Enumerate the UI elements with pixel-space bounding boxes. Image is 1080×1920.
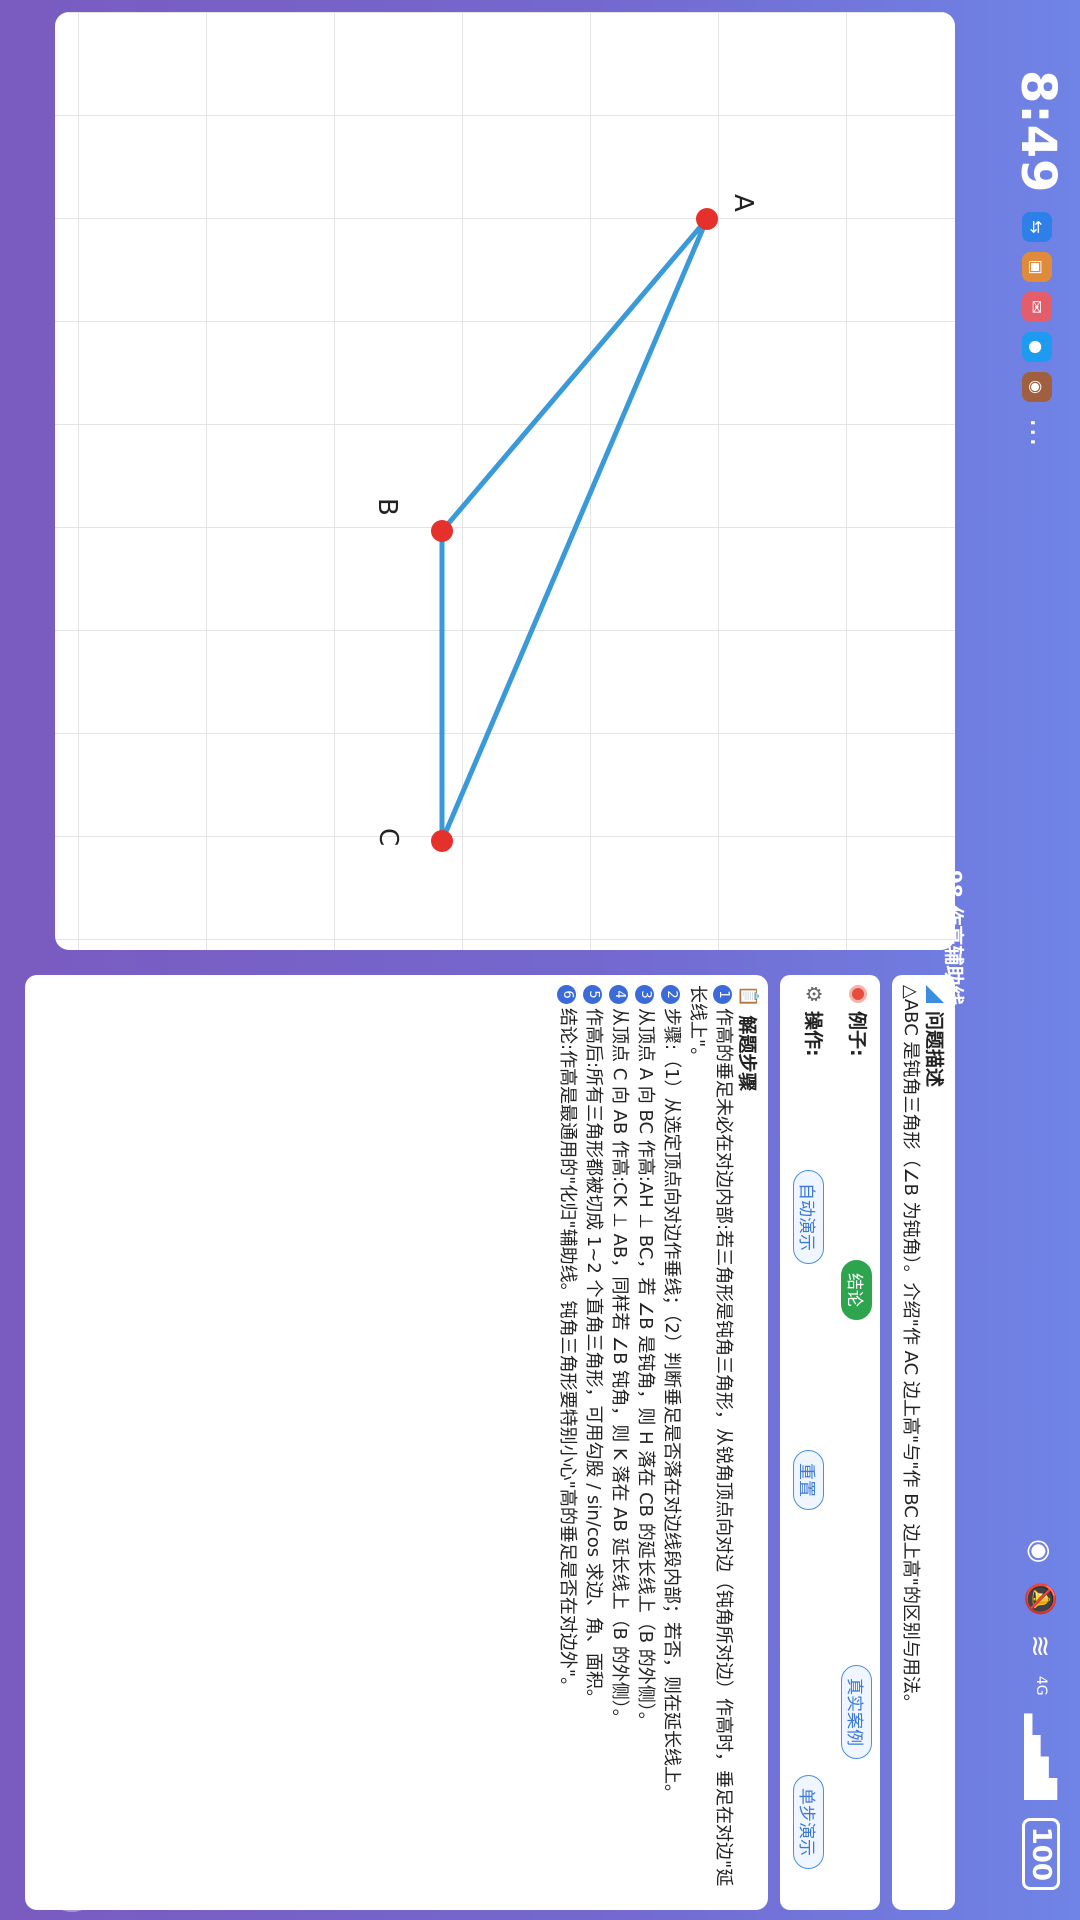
system-icons: ◉ 🔕 ≋ 4G ▂▄▆█ 100 — [1022, 1539, 1060, 1890]
wifi-icon: ≋ — [1024, 1634, 1058, 1658]
point-B[interactable] — [431, 520, 453, 542]
gear-icon: ⚙ — [802, 985, 827, 1003]
mute-icon: 🔕 — [1024, 1581, 1058, 1617]
geometry-canvas[interactable]: A B C — [55, 12, 955, 950]
status-bar: 8:49 ⇆ ▣ ✉ ● ◉ ... ◉ 🔕 ≋ 4G ▂▄▆█ 100 — [1000, 0, 1080, 1920]
steps-heading: 解题步骤 — [736, 1015, 758, 1092]
point-A[interactable] — [696, 208, 718, 230]
problem-text: △ABC 是钝角三角形（∠B 为钝角）。介绍"作 AC 边上高"与"作 BC 边… — [900, 985, 921, 1712]
list-item: 1作高的垂足未必在对边内部:若三角形是钝角三角形，从锐角顶点向对边（钝角所对边）… — [687, 985, 734, 1887]
operations-label: 操作: — [802, 1010, 824, 1057]
usb-icon: ⇆ — [1022, 212, 1052, 242]
step-number-icon: 4 — [609, 985, 629, 1004]
real-case-button[interactable]: 真实案例 — [841, 1665, 872, 1759]
avatar-notification-icon: ◉ — [1022, 372, 1052, 402]
step-number-icon: 3 — [635, 985, 655, 1004]
examples-label: 例子: — [846, 1011, 868, 1057]
network-type: 4G — [1033, 1675, 1049, 1696]
list-item: 6结论:作高是最通用的"化归"辅助线。钝角三角形要特别小心"高的垂足是否在对边外… — [554, 985, 580, 1900]
list-item: 4从顶点 C 向 AB 作高:CK ⊥ AB，同样若 ∠B 钝角，则 K 落在 … — [606, 985, 632, 1900]
controls-panel: 例子: 结论 真实案例 ⚙ 操作: 自动演示 重置 单步演示 — [780, 975, 880, 1910]
clock: 8:49 — [1010, 70, 1066, 194]
point-C[interactable] — [431, 830, 453, 852]
label-C: C — [373, 828, 403, 846]
step-number-icon: 5 — [583, 985, 603, 1004]
document-icon: 📋 — [738, 985, 759, 1008]
signal-icon: ▂▄▆█ — [1024, 1713, 1058, 1800]
problem-panel: 问题描述 △ABC 是钝角三角形（∠B 为钝角）。介绍"作 AC 边上高"与"作… — [892, 975, 955, 1910]
mail-icon: ✉ — [1022, 292, 1052, 322]
label-A: A — [728, 194, 758, 212]
app-notification-icon: ▣ — [1022, 252, 1052, 282]
triangle-icon — [926, 985, 945, 1003]
problem-heading: 问题描述 — [923, 1011, 945, 1088]
step-number-icon: 6 — [557, 985, 577, 1004]
chat-icon: ● — [1022, 332, 1052, 362]
steps-list: 1作高的垂足未必在对边内部:若三角形是钝角三角形，从锐角顶点向对边（钝角所对边）… — [554, 985, 736, 1900]
target-icon — [849, 985, 868, 1003]
list-item: 2步骤:（1）从选定顶点向对边作垂线；（2）判断垂足是否落在对边线段内部；若否，… — [658, 985, 684, 1900]
landscape-screen: 8:49 ⇆ ▣ ✉ ● ◉ ... ◉ 🔕 ≋ 4G ▂▄▆█ 100 › 9… — [0, 0, 1080, 1920]
eye-icon: ◉ — [1024, 1539, 1058, 1564]
grid-background — [55, 12, 955, 950]
list-item: 5作高后:所有三角形都被切成 1~2 个直角三角形，可用勾股 / sin/cos… — [580, 985, 606, 1900]
conclusion-button[interactable]: 结论 — [841, 1260, 872, 1320]
more-notifications-icon: ... — [1023, 418, 1058, 447]
step-demo-button[interactable]: 单步演示 — [793, 1775, 824, 1869]
notification-icons: ⇆ ▣ ✉ ● ◉ ... — [1022, 212, 1058, 447]
battery-indicator: 100 — [1022, 1817, 1060, 1890]
reset-button[interactable]: 重置 — [793, 1450, 824, 1510]
steps-panel: 📋 解题步骤 1作高的垂足未必在对边内部:若三角形是钝角三角形，从锐角顶点向对边… — [25, 975, 768, 1910]
label-B: B — [372, 498, 402, 516]
step-number-icon: 1 — [713, 985, 733, 1004]
auto-demo-button[interactable]: 自动演示 — [793, 1170, 824, 1264]
canvas-svg[interactable]: A B C — [55, 12, 955, 950]
step-number-icon: 2 — [661, 985, 681, 1004]
list-item: 3从顶点 A 向 BC 作高:AH ⊥ BC，若 ∠B 是钝角，则 H 落在 C… — [632, 985, 658, 1900]
